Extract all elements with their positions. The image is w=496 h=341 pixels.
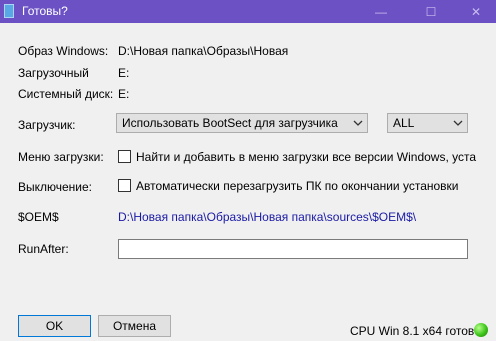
shutdown-label: Выключение: bbox=[18, 180, 93, 194]
minimize-button[interactable]: — bbox=[361, 0, 401, 23]
auto-reboot-checkbox-label[interactable]: Автоматически перезагрузить ПК по оконча… bbox=[136, 179, 459, 193]
boot-target-select[interactable]: ALL bbox=[387, 113, 468, 133]
dialog-window: Готовы? — ☐ ✕ Образ Windows: D:\Новая па… bbox=[0, 0, 496, 341]
boot-target-select-value: ALL bbox=[393, 116, 415, 130]
cancel-button[interactable]: Отмена bbox=[98, 315, 171, 337]
window-title: Готовы? bbox=[22, 4, 68, 18]
runafter-label: RunAfter: bbox=[18, 242, 69, 256]
bootloader-select[interactable]: Использовать BootSect для загрузчика bbox=[116, 113, 368, 133]
chevron-down-icon bbox=[453, 120, 463, 126]
image-path-value: D:\Новая папка\Образы\Новая bbox=[118, 44, 289, 58]
boot-menu-checkbox-label[interactable]: Найти и добавить в меню загрузки все вер… bbox=[136, 150, 476, 164]
boot-menu-checkbox[interactable] bbox=[118, 150, 131, 163]
ok-button[interactable]: OK bbox=[18, 315, 91, 337]
close-button[interactable]: ✕ bbox=[456, 0, 496, 23]
system-disk-label: Системный диск: bbox=[18, 87, 114, 101]
boot-menu-label: Меню загрузки: bbox=[18, 150, 104, 164]
bootloader-label: Загрузчик: bbox=[18, 118, 76, 132]
app-icon bbox=[4, 4, 14, 18]
runafter-input[interactable] bbox=[118, 239, 468, 259]
boot-value: E: bbox=[118, 66, 130, 80]
oem-label: $OEM$ bbox=[18, 210, 59, 224]
boot-label: Загрузочный bbox=[18, 66, 89, 80]
bootloader-select-value: Использовать BootSect для загрузчика bbox=[122, 116, 338, 130]
system-disk-value: E: bbox=[118, 87, 130, 101]
status-text: CPU Win 8.1 x64 готов bbox=[350, 324, 475, 338]
maximize-button[interactable]: ☐ bbox=[411, 0, 451, 23]
image-label: Образ Windows: bbox=[18, 44, 109, 58]
oem-path-link[interactable]: D:\Новая папка\Образы\Новая папка\source… bbox=[118, 210, 416, 224]
title-bar[interactable]: Готовы? — ☐ ✕ bbox=[0, 0, 496, 23]
auto-reboot-checkbox[interactable] bbox=[118, 179, 131, 192]
chevron-down-icon bbox=[353, 120, 363, 126]
status-led-icon bbox=[474, 323, 488, 337]
